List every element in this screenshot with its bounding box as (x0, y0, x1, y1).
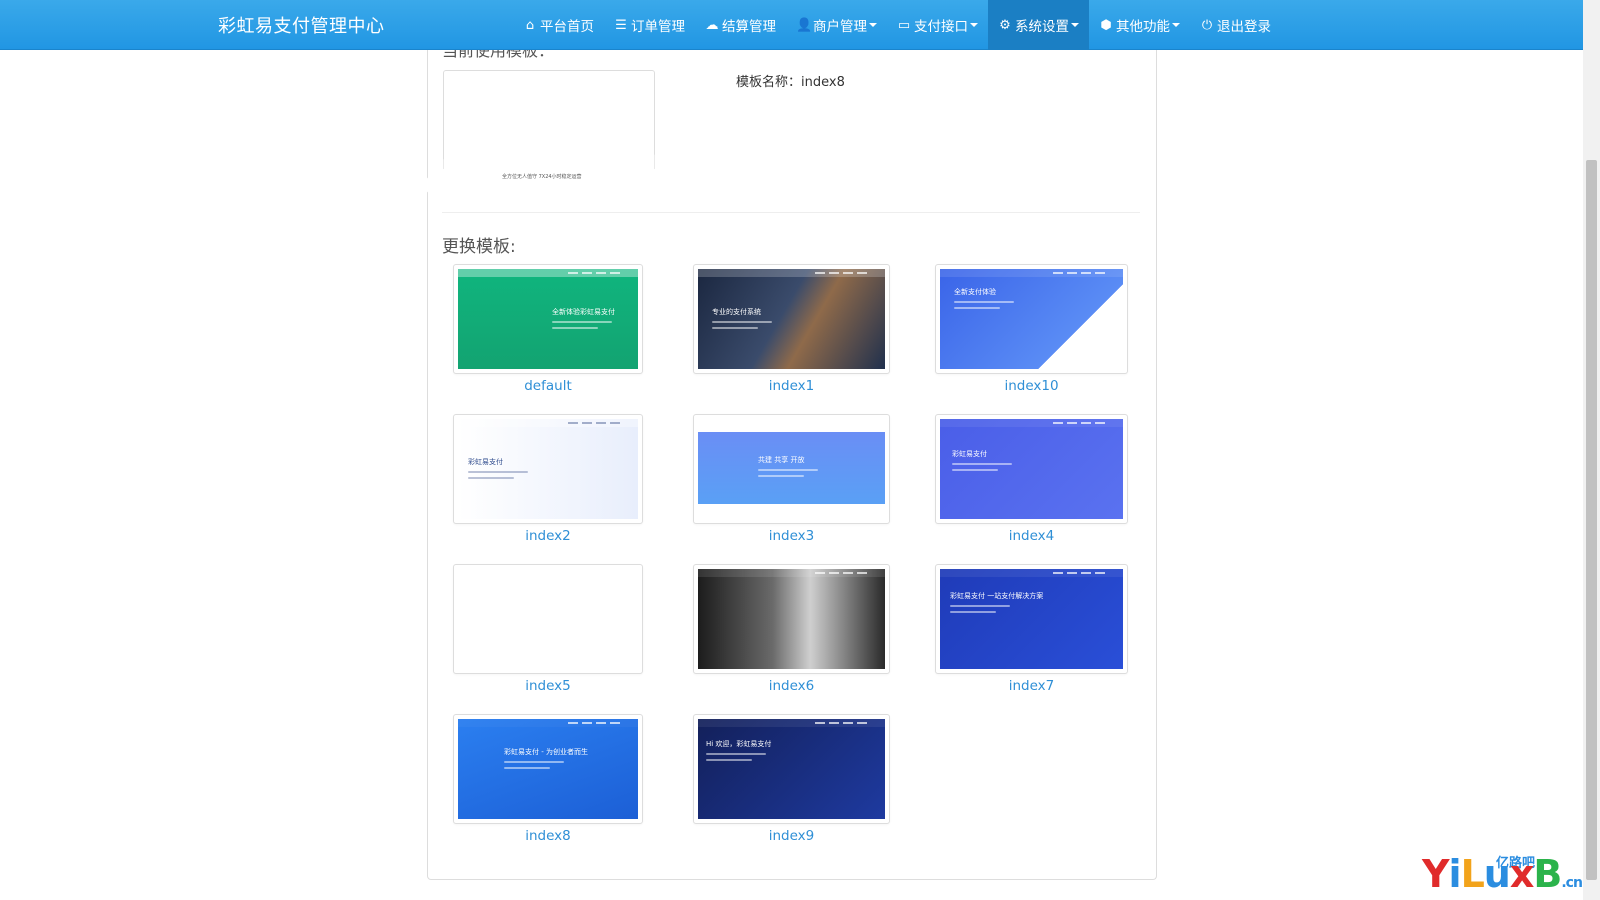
template-thumbnail[interactable]: 彩虹易支付Payment (453, 564, 643, 674)
template-preview-heading: Hi 欢迎，彩虹易支付 (706, 740, 772, 748)
template-card-index2[interactable]: 彩虹易支付 index2 (453, 414, 643, 544)
home-icon: ⌂ (525, 17, 535, 33)
current-template-name: 模板名称：index8 (736, 75, 845, 90)
template-thumbnail[interactable]: Hi 欢迎，彩虹易支付 (693, 714, 890, 824)
caret-down-icon (1172, 23, 1180, 27)
page-scrollbar[interactable] (1583, 0, 1600, 900)
template-thumbnail[interactable] (693, 564, 890, 674)
nav-item-credit-card[interactable]: ▭ 支付接口 (887, 0, 988, 50)
preview-heading: 彩虹易支付 - 为创业者而生 (500, 106, 596, 115)
caret-down-icon (970, 23, 978, 27)
template-preview-image: Hi 欢迎，彩虹易支付 (698, 719, 885, 819)
template-preview-image: 共建 共享 开放 (698, 419, 885, 519)
template-preview-heading: 专业的支付系统 (712, 308, 761, 316)
nav-item-home[interactable]: ⌂ 平台首页 (513, 0, 604, 50)
nav-item-label: 平台首页 (540, 19, 594, 35)
template-preview-image: 彩虹易支付Payment (458, 569, 638, 669)
template-thumbnail[interactable]: 彩虹易支付 (453, 414, 643, 524)
template-thumbnail[interactable]: 专业的支付系统 (693, 264, 890, 374)
preview-footer: 全方位无人值守 7X24小时稳定运营 (502, 174, 582, 180)
nav-item-label: 支付接口 (914, 19, 968, 35)
template-card-index3[interactable]: 共建 共享 开放 index3 (693, 414, 890, 544)
template-preview-heading: 共建 共享 开放 (758, 456, 805, 464)
template-preview-image: 彩虹易支付 (458, 419, 638, 519)
nav-item-label: 结算管理 (722, 19, 776, 35)
template-thumbnail[interactable]: 彩虹易支付 - 为创业者而生 (453, 714, 643, 824)
template-card-index8[interactable]: 彩虹易支付 - 为创业者而生 index8 (453, 714, 643, 844)
template-preview-heading: 彩虹易支付 一站支付解决方案 (950, 592, 1044, 600)
template-card-index9[interactable]: Hi 欢迎，彩虹易支付 index9 (693, 714, 890, 844)
template-name-link[interactable]: index7 (935, 678, 1128, 694)
top-navbar: 彩虹易支付管理中心 ⌂ 平台首页 ☰ 订单管理 ☁ 结算管理 👤 商户管理 ▭ 支付接口 ⚙ 系统设置… (0, 0, 1583, 50)
caret-down-icon (869, 23, 877, 27)
template-name-link[interactable]: default (453, 378, 643, 394)
template-preview-heading: 彩虹易支付 - 为创业者而生 (504, 748, 588, 756)
template-preview-image: 彩虹易支付 (940, 419, 1123, 519)
nav-item-label: 商户管理 (813, 19, 867, 35)
scroll-thumb[interactable] (1586, 160, 1597, 880)
template-thumbnail[interactable]: 彩虹易支付 一站支付解决方案 (935, 564, 1128, 674)
template-preview-heading: 全新支付体验 (954, 288, 996, 296)
nav-item-power[interactable]: ⏻ 退出登录 (1190, 0, 1281, 50)
list-icon: ☰ (615, 17, 627, 33)
template-preview-heading: 彩虹易支付Payment (468, 594, 534, 602)
section-divider (442, 212, 1140, 213)
caret-down-icon (1071, 23, 1079, 27)
nav-item-label: 系统设置 (1015, 19, 1069, 35)
template-name-link[interactable]: index6 (693, 678, 890, 694)
template-thumbnail[interactable]: 共建 共享 开放 (693, 414, 890, 524)
template-thumbnail[interactable]: 全新支付体验 (935, 264, 1128, 374)
change-template-heading: 更换模板: (442, 237, 516, 257)
template-preview-image: 全新支付体验 (940, 269, 1123, 369)
template-name-link[interactable]: index1 (693, 378, 890, 394)
cube-icon: ⬢ (1100, 17, 1112, 33)
template-name-link[interactable]: index2 (453, 528, 643, 544)
template-card-index10[interactable]: 全新支付体验 index10 (935, 264, 1128, 394)
template-preview-image: 彩虹易支付 - 为创业者而生 (458, 719, 638, 819)
nav-item-label: 其他功能 (1116, 19, 1170, 35)
nav-item-label: 订单管理 (631, 19, 685, 35)
nav-item-list[interactable]: ☰ 订单管理 (604, 0, 695, 50)
cloud-icon: ☁ (705, 17, 719, 33)
gear-icon: ⚙ (999, 17, 1011, 33)
template-name-link[interactable]: index4 (935, 528, 1128, 544)
watermark-logo: YiLuxB.cn (1422, 852, 1583, 896)
template-thumbnail[interactable]: 全新体验彩虹易支付 (453, 264, 643, 374)
credit-card-icon: ▭ (897, 17, 911, 33)
nav-item-gear[interactable]: ⚙ 系统设置 (988, 0, 1089, 50)
template-card-index7[interactable]: 彩虹易支付 一站支付解决方案 index7 (935, 564, 1128, 694)
template-preview-heading: 彩虹易支付 (468, 458, 503, 466)
template-name-link[interactable]: index10 (935, 378, 1128, 394)
power-icon: ⏻ (1201, 17, 1213, 33)
template-card-default[interactable]: 全新体验彩虹易支付 default (453, 264, 643, 394)
template-thumbnail[interactable]: 彩虹易支付 (935, 414, 1128, 524)
template-preview-heading: 全新体验彩虹易支付 (552, 308, 615, 316)
nav-item-label: 退出登录 (1217, 19, 1271, 35)
main-nav: ⌂ 平台首页 ☰ 订单管理 ☁ 结算管理 👤 商户管理 ▭ 支付接口 ⚙ 系统设置 ⬢ 其他功能 ⏻ 退出登录 (513, 0, 1281, 50)
template-card-index6[interactable]: index6 (693, 564, 890, 694)
nav-item-user[interactable]: 👤 商户管理 (786, 0, 887, 50)
template-name-link[interactable]: index9 (693, 828, 890, 844)
template-card-index5[interactable]: 彩虹易支付Payment index5 (453, 564, 643, 694)
template-preview-heading: 彩虹易支付 (952, 450, 987, 458)
template-preview-image: 专业的支付系统 (698, 269, 885, 369)
template-card-index1[interactable]: 专业的支付系统 index1 (693, 264, 890, 394)
template-name-link[interactable]: index8 (453, 828, 643, 844)
nav-item-cube[interactable]: ⬢ 其他功能 (1089, 0, 1190, 50)
template-preview-image: 彩虹易支付 一站支付解决方案 (940, 569, 1123, 669)
template-preview-image (698, 569, 885, 669)
current-template-preview: 彩虹易支付 - 为创业者而生 全方位无人值守 7X24小时稳定运营 (424, 70, 674, 215)
template-card-index4[interactable]: 彩虹易支付 index4 (935, 414, 1128, 544)
brand-title[interactable]: 彩虹易支付管理中心 (218, 12, 385, 38)
template-name-link[interactable]: index3 (693, 528, 890, 544)
template-name-link[interactable]: index5 (453, 678, 643, 694)
template-preview-image: 全新体验彩虹易支付 (458, 269, 638, 369)
nav-item-cloud[interactable]: ☁ 结算管理 (695, 0, 786, 50)
user-icon: 👤 (796, 17, 813, 33)
